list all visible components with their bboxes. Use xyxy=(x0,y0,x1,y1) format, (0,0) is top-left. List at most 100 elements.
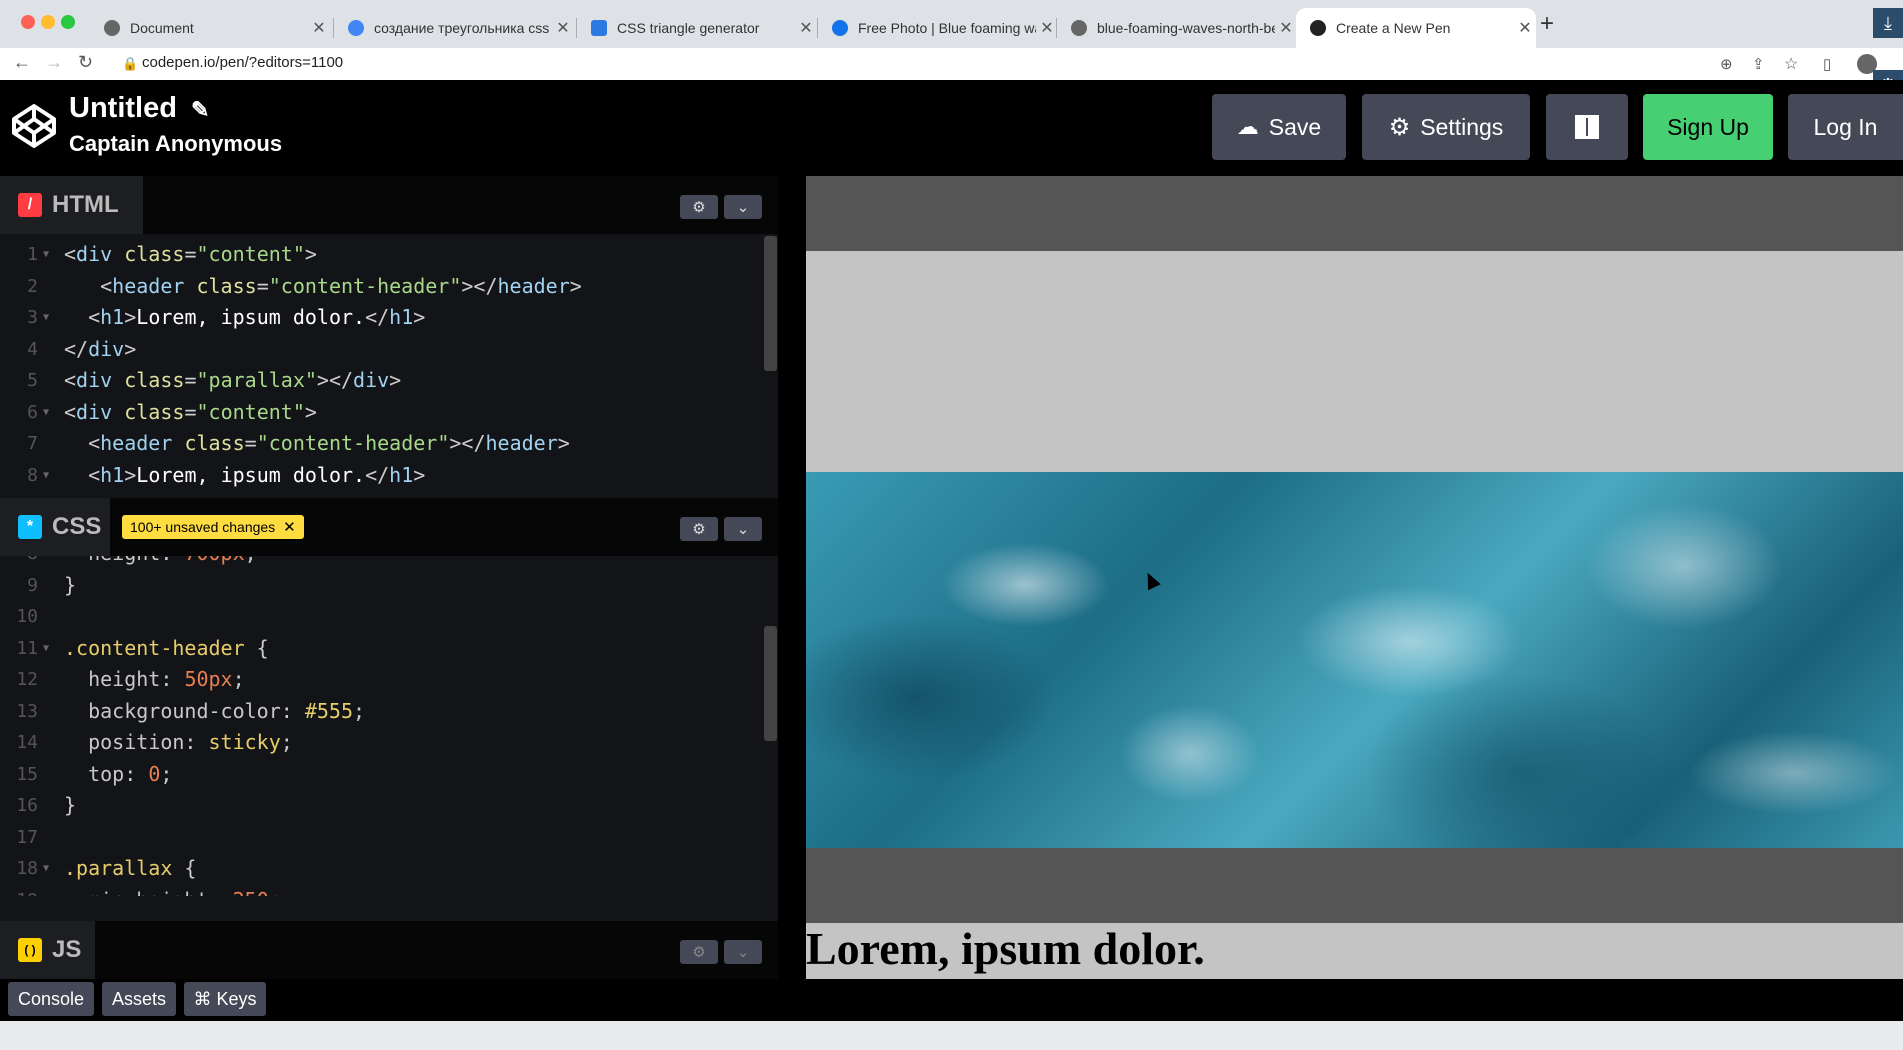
close-tab-icon[interactable]: ✕ xyxy=(1036,18,1058,38)
css-editor-header: * CSS 100+ unsaved changes ✕ ⚙ ⌄ xyxy=(0,498,778,556)
lock-icon: 🔒 xyxy=(122,56,139,71)
globe-icon xyxy=(104,20,120,36)
css-editor-tab[interactable]: * CSS xyxy=(0,498,110,556)
preview-heading: Lorem, ipsum dolor. xyxy=(806,923,1205,974)
browser-tab[interactable]: Document ✕ xyxy=(90,8,330,48)
generator-icon xyxy=(591,20,607,36)
js-editor-header: ( ) JS ⚙ ⌄ xyxy=(0,921,778,979)
save-button[interactable]: ☁ Save xyxy=(1212,94,1346,160)
code-line: 11 ▼ .content-header { xyxy=(16,635,269,660)
code-line: 4 </div> xyxy=(27,336,137,361)
preview-pane[interactable]: Lorem, ipsum dolor. xyxy=(806,176,1903,979)
js-editor-tab[interactable]: ( ) JS xyxy=(0,921,95,979)
new-tab-button[interactable]: + xyxy=(1540,10,1554,38)
chevron-down-icon: ⌄ xyxy=(736,521,750,538)
editors-panel: / HTML ⚙ ⌄ 1 ▼ <div class="content"> 2 <he… xyxy=(0,176,778,979)
html-settings-button[interactable]: ⚙ xyxy=(680,195,718,219)
gear-icon: ⚙ xyxy=(692,521,706,538)
sidebar-icon[interactable]: ▯ xyxy=(1823,55,1831,73)
forward-arrow-icon[interactable]: → xyxy=(45,52,63,73)
os-dock-strip xyxy=(0,1021,1903,1050)
close-tab-icon[interactable]: ✕ xyxy=(308,18,330,38)
code-line: 3 ▼ <h1>Lorem, ipsum dolor.</h1> xyxy=(27,305,426,329)
browser-toolbar: ← → ↻ 🔒 codepen.io/pen/?editors=1100 ⊕ ⇪… xyxy=(0,48,1903,100)
maximize-window-button[interactable] xyxy=(61,15,75,29)
codepen-bottom-bar: Console Assets ⌘ Keys xyxy=(0,979,1903,1021)
code-line: 8 ▼ <h1>Lorem, ipsum dolor.</h1> xyxy=(27,462,426,487)
browser-tab[interactable]: CSS triangle generator ✕ xyxy=(577,8,817,48)
code-line: 12 height: 50px; xyxy=(16,667,245,691)
google-icon xyxy=(348,20,364,36)
chevron-down-icon: ⌄ xyxy=(736,199,750,216)
gear-icon: ⚙ xyxy=(1388,113,1411,141)
browser-tab[interactable]: создание треугольника css re ✕ xyxy=(334,8,574,48)
close-window-button[interactable] xyxy=(21,15,35,29)
chevron-down-icon: ⌄ xyxy=(736,944,750,961)
pencil-icon[interactable]: ✎ xyxy=(191,97,209,122)
css-collapse-button[interactable]: ⌄ xyxy=(724,517,762,541)
bookmark-star-icon[interactable]: ☆ xyxy=(1784,54,1798,74)
codepen-icon xyxy=(1310,20,1326,36)
html-editor-tab[interactable]: / HTML xyxy=(0,176,143,234)
parallax-wave-image xyxy=(806,472,1903,848)
browser-tab[interactable]: blue-foaming-waves-north-be ✕ xyxy=(1057,8,1297,48)
code-line: 5 <div class="parallax"></div> xyxy=(27,368,402,392)
code-line: 15 top: 0; xyxy=(16,761,173,786)
settings-button[interactable]: ⚙ Settings xyxy=(1362,94,1530,160)
cloud-icon: ☁ xyxy=(1236,114,1259,139)
log-in-button[interactable]: Log In xyxy=(1788,94,1903,160)
globe-icon xyxy=(1071,20,1087,36)
code-line: 19 min-height: 250px; xyxy=(0,885,760,897)
close-tab-icon[interactable]: ✕ xyxy=(1275,18,1297,38)
code-line: 10 xyxy=(16,606,38,627)
css-scrollbar[interactable] xyxy=(764,626,777,741)
gear-icon: ⚙ xyxy=(692,199,706,216)
layout-button[interactable] xyxy=(1546,94,1628,160)
resize-handle[interactable] xyxy=(778,176,806,979)
code-line: 17 xyxy=(16,826,38,848)
code-line: 18 ▼ .parallax { xyxy=(16,856,197,880)
css-code-editor[interactable]: 8 height: 700px; 9} 10 11▼.content-heade… xyxy=(0,556,760,896)
back-arrow-icon[interactable]: ← xyxy=(13,52,31,73)
unsaved-changes-badge[interactable]: 100+ unsaved changes ✕ xyxy=(122,515,304,539)
minimize-window-button[interactable] xyxy=(41,15,55,29)
css-icon: * xyxy=(18,515,42,539)
gear-icon: ⚙ xyxy=(692,944,706,961)
js-icon: ( ) xyxy=(18,938,42,962)
sign-up-button[interactable]: Sign Up xyxy=(1643,94,1773,160)
code-line: 14 position: sticky; xyxy=(16,730,293,754)
code-line: 2 <header class="content-header"></heade… xyxy=(27,273,582,298)
code-line: 1 ▼ <div class="content"> xyxy=(27,242,317,266)
reload-icon[interactable]: ↻ xyxy=(78,52,93,73)
html-collapse-button[interactable]: ⌄ xyxy=(724,195,762,219)
zoom-icon[interactable]: ⊕ xyxy=(1720,55,1733,73)
codepen-logo-icon[interactable] xyxy=(10,102,58,150)
code-line: 6 ▼ <div class="content"> xyxy=(27,399,317,424)
close-tab-icon[interactable]: ✕ xyxy=(795,18,817,38)
css-settings-button[interactable]: ⚙ xyxy=(680,517,718,541)
assets-button[interactable]: Assets xyxy=(102,982,176,1016)
html-code-editor[interactable]: 1 ▼ <div class="content"> 2 <header class=… xyxy=(0,239,760,495)
js-settings-button[interactable]: ⚙ xyxy=(680,940,718,964)
code-line: 16} xyxy=(16,793,77,817)
code-line: 7 <header class="content-header"></heade… xyxy=(27,431,570,455)
pen-author[interactable]: Captain Anonymous xyxy=(69,131,282,157)
codepen-header: Untitled ✎ Captain Anonymous ☁ Save ⚙ Se… xyxy=(0,80,1903,176)
browser-tab-active[interactable]: Create a New Pen ✕ xyxy=(1296,8,1536,48)
keys-button[interactable]: ⌘ Keys xyxy=(184,982,266,1016)
close-tab-icon[interactable]: ✕ xyxy=(1514,18,1536,38)
html-icon: / xyxy=(18,193,42,217)
code-line: 9} xyxy=(27,572,77,597)
close-icon[interactable]: ✕ xyxy=(283,519,296,536)
freepik-icon xyxy=(832,20,848,36)
close-tab-icon[interactable]: ✕ xyxy=(552,18,574,38)
console-button[interactable]: Console xyxy=(8,982,94,1016)
browser-tab[interactable]: Free Photo | Blue foaming wave ✕ xyxy=(818,8,1058,48)
browser-tab-strip: Document ✕ создание треугольника css re … xyxy=(0,0,1903,48)
html-scrollbar[interactable] xyxy=(764,236,777,371)
download-icon[interactable]: ⤓ xyxy=(1873,8,1903,38)
pen-title[interactable]: Untitled ✎ xyxy=(69,92,209,125)
address-bar[interactable]: codepen.io/pen/?editors=1100 xyxy=(142,54,343,71)
js-collapse-button[interactable]: ⌄ xyxy=(724,940,762,964)
share-icon[interactable]: ⇪ xyxy=(1752,55,1765,73)
